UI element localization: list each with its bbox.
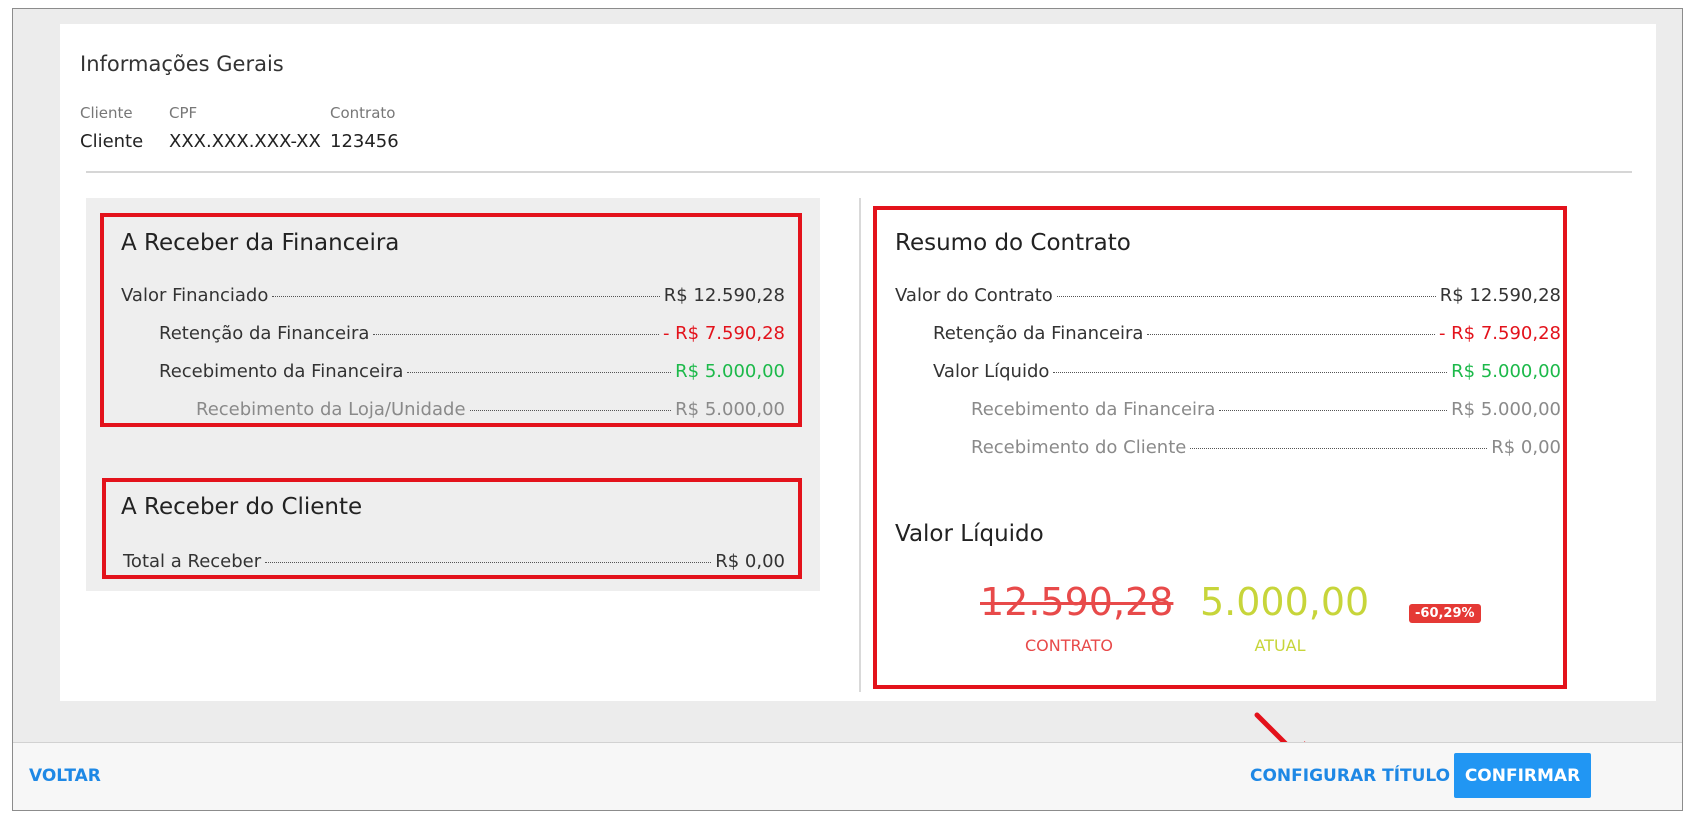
current-caption: ATUAL bbox=[1254, 636, 1306, 655]
contract-field: Contrato 123456 bbox=[330, 104, 399, 152]
leader-dots bbox=[407, 372, 672, 373]
valor-liquido-title: Valor Líquido bbox=[895, 521, 1044, 547]
client-value: Cliente bbox=[80, 131, 144, 152]
window-frame: Informações Gerais Cliente Cliente CPF X… bbox=[12, 8, 1683, 811]
contract-value: 12.590,28 bbox=[980, 580, 1174, 624]
resumo-title: Resumo do Contrato bbox=[895, 230, 1131, 256]
row-label: Recebimento da Financeira bbox=[971, 399, 1216, 420]
cpf-field: CPF XXX.XXX.XXX-XX bbox=[169, 104, 321, 152]
content-card: Informações Gerais Cliente Cliente CPF X… bbox=[60, 24, 1656, 701]
row-value: R$ 5.000,00 bbox=[1451, 361, 1561, 382]
row-label: Recebimento da Financeira bbox=[159, 361, 404, 382]
resumo-row-recebimento-financeira: Recebimento da Financeira R$ 5.000,00 bbox=[971, 399, 1561, 420]
resumo-row-retencao: Retenção da Financeira - R$ 7.590,28 bbox=[933, 323, 1561, 344]
client-field: Cliente Cliente bbox=[80, 104, 143, 152]
leader-dots bbox=[1147, 334, 1435, 335]
cliente-title: A Receber do Cliente bbox=[121, 494, 363, 520]
financeira-row-valor-financiado: Valor Financiado R$ 12.590,28 bbox=[121, 285, 785, 306]
cliente-row-total: Total a Receber R$ 0,00 bbox=[123, 551, 785, 572]
leader-dots bbox=[272, 296, 660, 297]
financeira-row-recebimento: Recebimento da Financeira R$ 5.000,00 bbox=[159, 361, 785, 382]
footer-bar: VOLTAR CONFIGURAR TÍTULO CONFIRMAR bbox=[13, 742, 1682, 810]
cpf-value: XXX.XXX.XXX-XX bbox=[169, 131, 321, 152]
row-label: Total a Receber bbox=[123, 551, 262, 572]
financeira-row-loja: Recebimento da Loja/Unidade R$ 5.000,00 bbox=[196, 399, 785, 420]
leader-dots bbox=[1056, 296, 1436, 297]
row-value: R$ 5.000,00 bbox=[675, 361, 785, 382]
row-value: R$ 12.590,28 bbox=[1439, 285, 1561, 306]
percent-change-badge: -60,29% bbox=[1409, 604, 1481, 623]
contract-value: 123456 bbox=[330, 131, 399, 152]
divider bbox=[86, 171, 1632, 173]
leader-dots bbox=[1190, 448, 1488, 449]
row-label: Valor Financiado bbox=[121, 285, 269, 306]
back-button[interactable]: VOLTAR bbox=[29, 766, 101, 786]
resumo-row-recebimento-cliente: Recebimento do Cliente R$ 0,00 bbox=[971, 437, 1561, 458]
leader-dots bbox=[469, 410, 672, 411]
contract-label: Contrato bbox=[330, 104, 396, 122]
financeira-title: A Receber da Financeira bbox=[121, 230, 400, 256]
row-label: Retenção da Financeira bbox=[933, 323, 1144, 344]
row-value: - R$ 7.590,28 bbox=[1438, 323, 1561, 344]
leader-dots bbox=[1053, 372, 1448, 373]
row-value: R$ 5.000,00 bbox=[1451, 399, 1561, 420]
row-value: R$ 5.000,00 bbox=[675, 399, 785, 420]
general-info-title: Informações Gerais bbox=[80, 52, 284, 76]
row-value: R$ 0,00 bbox=[715, 551, 785, 572]
row-label: Valor do Contrato bbox=[895, 285, 1053, 306]
row-label: Recebimento da Loja/Unidade bbox=[196, 399, 466, 420]
current-value: 5.000,00 bbox=[1200, 580, 1370, 624]
row-label: Recebimento do Cliente bbox=[971, 437, 1187, 458]
cpf-label: CPF bbox=[169, 104, 198, 122]
row-label: Valor Líquido bbox=[933, 361, 1050, 382]
resumo-row-valor-contrato: Valor do Contrato R$ 12.590,28 bbox=[895, 285, 1561, 306]
leader-dots bbox=[373, 334, 659, 335]
contract-caption: CONTRATO bbox=[1024, 636, 1114, 655]
column-separator bbox=[859, 198, 861, 692]
row-label: Retenção da Financeira bbox=[159, 323, 370, 344]
resumo-row-valor-liquido: Valor Líquido R$ 5.000,00 bbox=[933, 361, 1561, 382]
leader-dots bbox=[1219, 410, 1448, 411]
row-value: R$ 0,00 bbox=[1491, 437, 1561, 458]
client-label: Cliente bbox=[80, 104, 133, 122]
configure-title-button[interactable]: CONFIGURAR TÍTULO bbox=[1250, 766, 1450, 786]
leader-dots bbox=[265, 562, 712, 563]
row-value: R$ 12.590,28 bbox=[663, 285, 785, 306]
financeira-row-retencao: Retenção da Financeira - R$ 7.590,28 bbox=[159, 323, 785, 344]
confirm-button[interactable]: CONFIRMAR bbox=[1454, 753, 1591, 798]
row-value: - R$ 7.590,28 bbox=[662, 323, 785, 344]
